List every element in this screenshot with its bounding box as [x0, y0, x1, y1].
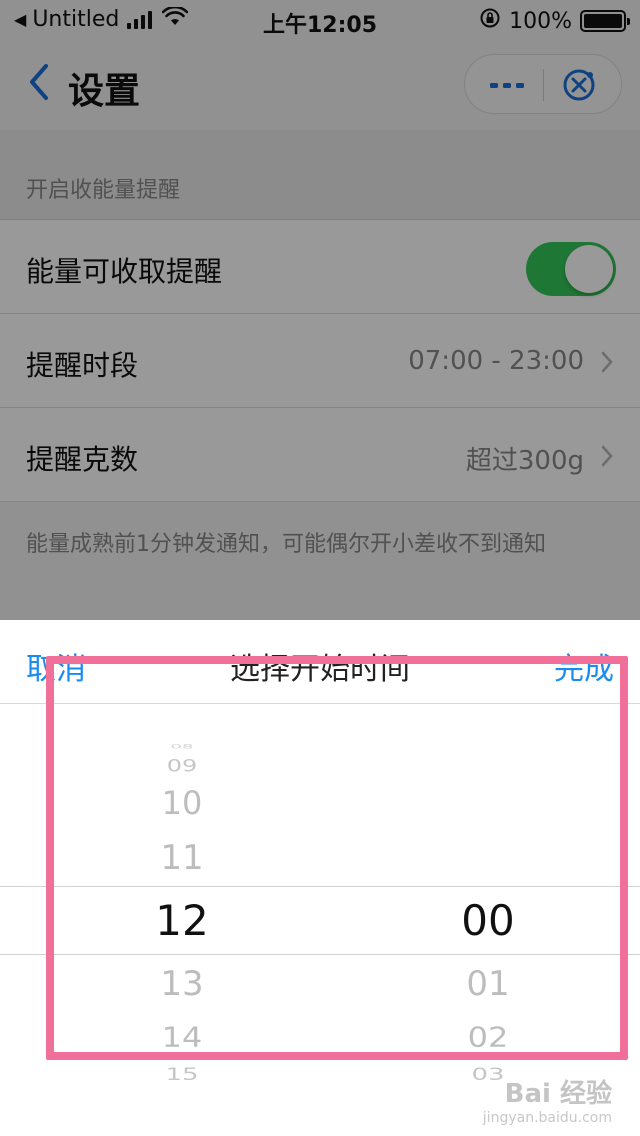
hour-option[interactable]: 15: [122, 1065, 242, 1085]
modal-overlay[interactable]: [0, 0, 640, 620]
watermark-url: jingyan.baidu.com: [482, 1110, 612, 1126]
watermark-brand: Bai 经验: [504, 1079, 612, 1109]
baidu-watermark: Bai 经验 jingyan.baidu.com: [483, 1073, 612, 1126]
annotation-highlight-box: [46, 656, 628, 1060]
